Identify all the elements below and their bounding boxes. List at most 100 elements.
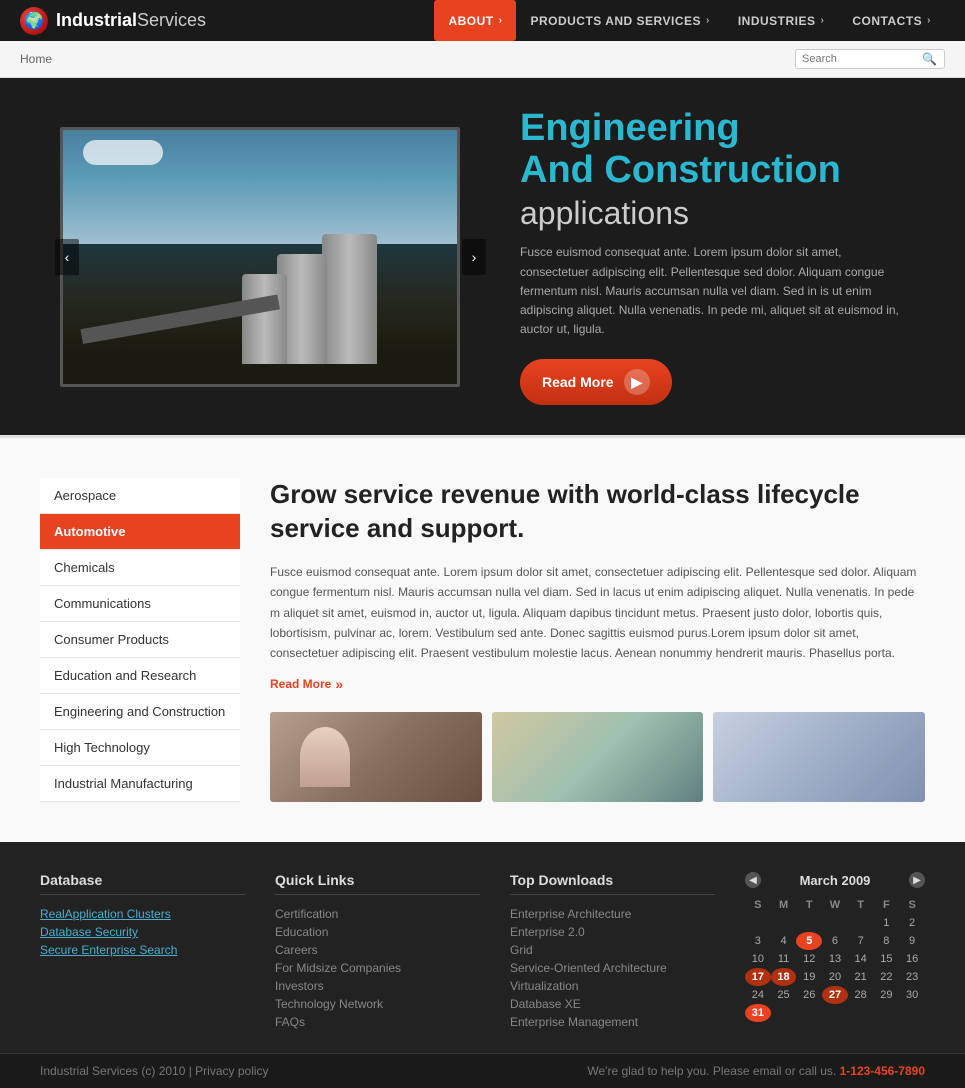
footer-link-db-xe[interactable]: Database XE — [510, 997, 715, 1011]
hero-body-text: Fusce euismod consequat ante. Lorem ipsu… — [520, 243, 905, 339]
middle-section: Aerospace Automotive Chemicals Communica… — [0, 435, 965, 842]
sidebar-item-aerospace[interactable]: Aerospace — [40, 478, 240, 514]
sidebar-item-engineering[interactable]: Engineering and Construction — [40, 694, 240, 730]
cal-day-24[interactable]: 24 — [745, 986, 771, 1004]
cal-day-21[interactable]: 21 — [848, 968, 874, 986]
hero-read-more-button[interactable]: Read More ▶ — [520, 359, 672, 405]
footer-link-virtualization[interactable]: Virtualization — [510, 979, 715, 993]
bottom-bar: Industrial Services (c) 2010 | Privacy p… — [0, 1053, 965, 1088]
nav-products[interactable]: PRODUCTS AND SERVICES › — [516, 0, 723, 41]
cal-day-25[interactable]: 25 — [771, 986, 797, 1004]
cal-header-m: M — [771, 896, 797, 914]
sidebar-item-high-tech[interactable]: High Technology — [40, 730, 240, 766]
cal-day-13[interactable]: 13 — [822, 950, 848, 968]
footer-link-investors[interactable]: Investors — [275, 979, 480, 993]
search-input[interactable] — [802, 53, 922, 65]
calendar-next-button[interactable]: ▶ — [909, 872, 925, 888]
hero-text: Engineering And Construction application… — [520, 108, 905, 405]
photo-row — [270, 712, 925, 802]
nav-contacts[interactable]: CONTACTS › — [838, 0, 945, 41]
footer-link-db-security[interactable]: Database Security — [40, 925, 245, 939]
footer-link-ent2[interactable]: Enterprise 2.0 — [510, 925, 715, 939]
photo-thumb-3 — [713, 712, 925, 802]
cal-day-23[interactable]: 23 — [899, 968, 925, 986]
breadcrumb-home[interactable]: Home — [20, 52, 52, 66]
sidebar-item-consumer-products[interactable]: Consumer Products — [40, 622, 240, 658]
hero-section: ‹ › Engineering And Construction applica… — [0, 78, 965, 435]
cal-day-29[interactable]: 29 — [874, 986, 900, 1004]
footer-link-faqs[interactable]: FAQs — [275, 1015, 480, 1029]
cal-day-empty — [874, 1004, 900, 1022]
cal-header-s2: S — [899, 896, 925, 914]
cal-day-22[interactable]: 22 — [874, 968, 900, 986]
breadcrumb-bar: Home 🔍 — [0, 41, 965, 78]
logo-globe-icon: 🌍 — [20, 7, 48, 35]
footer-link-careers[interactable]: Careers — [275, 943, 480, 957]
sidebar-item-industrial[interactable]: Industrial Manufacturing — [40, 766, 240, 802]
cal-day-17[interactable]: 17 — [745, 968, 771, 986]
cal-day-empty — [822, 1004, 848, 1022]
cal-day-3[interactable]: 3 — [745, 932, 771, 950]
cal-day-16[interactable]: 16 — [899, 950, 925, 968]
hero-image-wrapper — [60, 127, 480, 387]
cal-day-8[interactable]: 8 — [874, 932, 900, 950]
cal-day-30[interactable]: 30 — [899, 986, 925, 1004]
cal-day-31[interactable]: 31 — [745, 1004, 771, 1022]
sidebar-item-automotive[interactable]: Automotive — [40, 514, 240, 550]
cal-day-empty — [745, 914, 771, 932]
cal-day-5[interactable]: 5 — [796, 932, 822, 950]
footer-link-soa[interactable]: Service-Oriented Architecture — [510, 961, 715, 975]
footer: Database RealApplication Clusters Databa… — [0, 842, 965, 1053]
nav-industries[interactable]: INDUSTRIES › — [724, 0, 839, 41]
calendar-prev-button[interactable]: ◀ — [745, 872, 761, 888]
nav-industries-chevron: › — [821, 15, 825, 26]
footer-link-certification[interactable]: Certification — [275, 907, 480, 921]
cal-day-12[interactable]: 12 — [796, 950, 822, 968]
cal-day-27[interactable]: 27 — [822, 986, 848, 1004]
footer-link-enterprise-search[interactable]: Secure Enterprise Search — [40, 943, 245, 957]
footer-link-education[interactable]: Education — [275, 925, 480, 939]
hero-prev-button[interactable]: ‹ — [55, 239, 79, 275]
cal-day-2[interactable]: 2 — [899, 914, 925, 932]
footer-link-tech-network[interactable]: Technology Network — [275, 997, 480, 1011]
cal-day-6[interactable]: 6 — [822, 932, 848, 950]
footer-link-ent-arch[interactable]: Enterprise Architecture — [510, 907, 715, 921]
sidebar-item-education[interactable]: Education and Research — [40, 658, 240, 694]
cal-header-t2: T — [848, 896, 874, 914]
logo: 🌍 Industrial Services — [20, 7, 434, 35]
cal-day-10[interactable]: 10 — [745, 950, 771, 968]
footer-link-grid[interactable]: Grid — [510, 943, 715, 957]
footer-link-midsize[interactable]: For Midsize Companies — [275, 961, 480, 975]
footer-quick-links-col: Quick Links Certification Education Care… — [275, 872, 480, 1033]
cal-day-20[interactable]: 20 — [822, 968, 848, 986]
cal-day-28[interactable]: 28 — [848, 986, 874, 1004]
cal-day-7[interactable]: 7 — [848, 932, 874, 950]
cal-header-s1: S — [745, 896, 771, 914]
cal-day-26[interactable]: 26 — [796, 986, 822, 1004]
footer-link-ent-mgmt[interactable]: Enterprise Management — [510, 1015, 715, 1029]
hero-heading: Engineering And Construction application… — [520, 108, 905, 233]
cal-day-9[interactable]: 9 — [899, 932, 925, 950]
cal-header-w: W — [822, 896, 848, 914]
header: 🌍 Industrial Services ABOUT › PRODUCTS A… — [0, 0, 965, 41]
photo-thumb-2 — [492, 712, 704, 802]
nav-products-chevron: › — [706, 15, 710, 26]
hero-next-button[interactable]: › — [462, 239, 486, 275]
main-read-more-link[interactable]: Read More » — [270, 676, 343, 692]
footer-calendar-col: ◀ March 2009 ▶ S M T W T F S 1 — [745, 872, 925, 1033]
cal-day-15[interactable]: 15 — [874, 950, 900, 968]
read-more-link-arrow-icon: » — [335, 676, 343, 692]
cal-day-19[interactable]: 19 — [796, 968, 822, 986]
sidebar-item-communications[interactable]: Communications — [40, 586, 240, 622]
cal-day-14[interactable]: 14 — [848, 950, 874, 968]
footer-downloads-col: Top Downloads Enterprise Architecture En… — [510, 872, 715, 1033]
sidebar-item-chemicals[interactable]: Chemicals — [40, 550, 240, 586]
cal-day-4[interactable]: 4 — [771, 932, 797, 950]
calendar-title: March 2009 — [800, 873, 871, 888]
cal-day-18[interactable]: 18 — [771, 968, 797, 986]
search-icon[interactable]: 🔍 — [922, 52, 937, 66]
cal-day-11[interactable]: 11 — [771, 950, 797, 968]
footer-link-real-app[interactable]: RealApplication Clusters — [40, 907, 245, 921]
nav-about[interactable]: ABOUT › — [434, 0, 516, 41]
cal-day-1[interactable]: 1 — [874, 914, 900, 932]
